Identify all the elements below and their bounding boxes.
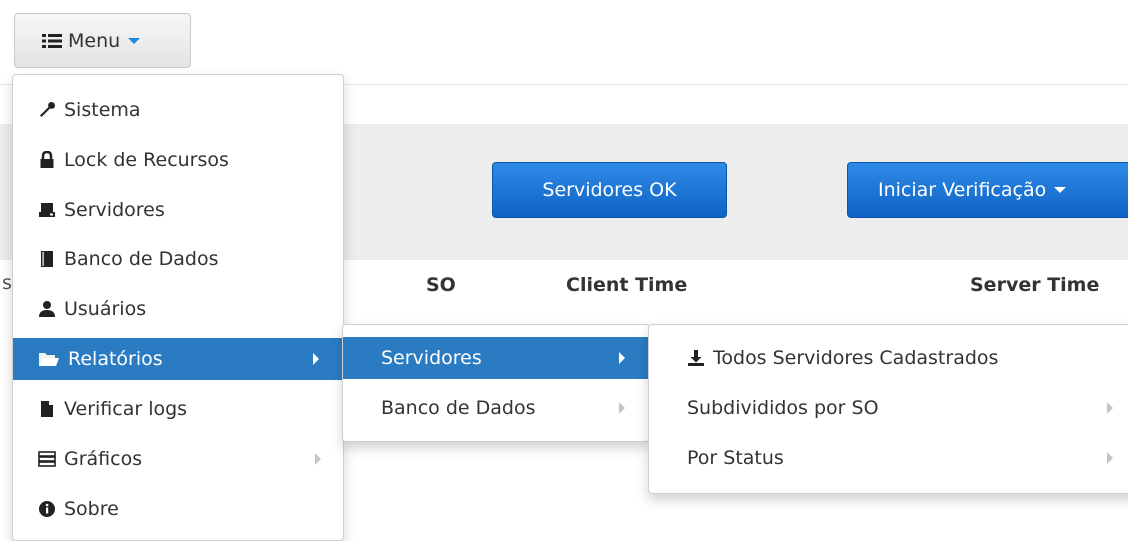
user-icon	[38, 300, 56, 318]
main-dropdown-menu: Sistema Lock de Recursos Servidores Banc…	[12, 74, 344, 541]
menu-item-lock-de-recursos[interactable]: Lock de Recursos	[13, 139, 343, 181]
caret-down-icon	[1054, 187, 1067, 193]
menu-item-usuarios[interactable]: Usuários	[13, 288, 343, 330]
submenu-item-subdivididos-por-so[interactable]: Subdivididos por SO	[649, 387, 1128, 429]
menu-item-label: Sobre	[64, 498, 119, 520]
menu-item-label: Sistema	[64, 99, 141, 121]
menu-item-sobre[interactable]: Sobre	[13, 488, 343, 530]
wrench-icon	[38, 101, 56, 119]
info-icon	[38, 500, 56, 518]
menu-item-servidores[interactable]: Servidores	[13, 189, 343, 231]
submenu-item-por-status[interactable]: Por Status	[649, 437, 1128, 479]
submenu-item-banco-de-dados[interactable]: Banco de Dados	[343, 387, 649, 429]
iniciar-verificacao-label: Iniciar Verificação	[878, 179, 1047, 201]
menu-item-label: Verificar logs	[64, 398, 188, 420]
menu-item-label: Usuários	[64, 298, 147, 320]
menu-item-banco-de-dados[interactable]: Banco de Dados	[13, 238, 343, 280]
menu-item-label: Lock de Recursos	[64, 149, 229, 171]
chevron-right-icon	[619, 402, 625, 414]
hdd-icon	[38, 201, 56, 219]
menu-item-relatorios[interactable]: Relatórios	[13, 338, 343, 380]
servidores-submenu: Todos Servidores Cadastrados Subdividido…	[648, 324, 1128, 494]
iniciar-verificacao-button[interactable]: Iniciar Verificação	[847, 162, 1128, 218]
menu-button[interactable]: Menu	[14, 13, 191, 68]
download-icon	[687, 349, 705, 367]
lock-icon	[38, 151, 56, 169]
folder-open-icon	[38, 350, 60, 368]
column-header-client-time: Client Time	[566, 274, 688, 296]
submenu-item-servidores[interactable]: Servidores	[343, 337, 649, 379]
book-icon	[38, 250, 56, 268]
menu-item-label: Relatórios	[68, 348, 163, 370]
file-icon	[38, 400, 56, 418]
relatorios-submenu: Servidores Banco de Dados	[342, 324, 650, 442]
column-header-so: SO	[426, 274, 456, 296]
menu-item-graficos[interactable]: Gráficos	[13, 438, 343, 480]
submenu-item-label: Por Status	[687, 447, 784, 469]
column-header-server-time: Server Time	[970, 274, 1100, 296]
menu-item-sistema[interactable]: Sistema	[13, 89, 343, 131]
submenu-item-label: Subdivididos por SO	[687, 397, 879, 419]
menu-item-label: Banco de Dados	[64, 248, 219, 270]
chevron-right-icon	[619, 352, 625, 364]
list-icon	[42, 33, 62, 49]
submenu-item-label: Banco de Dados	[381, 397, 536, 419]
caret-down-icon	[128, 37, 141, 44]
servidores-ok-button[interactable]: Servidores OK	[492, 162, 727, 218]
submenu-item-label: Servidores	[381, 347, 482, 369]
menu-item-verificar-logs[interactable]: Verificar logs	[13, 388, 343, 430]
menu-item-label: Servidores	[64, 199, 165, 221]
menu-button-label: Menu	[68, 29, 121, 52]
chevron-right-icon	[1107, 402, 1113, 414]
chevron-right-icon	[313, 353, 319, 365]
chevron-right-icon	[1107, 452, 1113, 464]
menu-item-label: Gráficos	[64, 448, 143, 470]
submenu-item-todos-servidores[interactable]: Todos Servidores Cadastrados	[649, 337, 1128, 379]
truncated-text: s	[2, 272, 12, 294]
servidores-ok-label: Servidores OK	[542, 179, 677, 201]
chevron-right-icon	[315, 453, 321, 465]
submenu-item-label: Todos Servidores Cadastrados	[713, 347, 999, 369]
list-icon	[38, 450, 56, 468]
